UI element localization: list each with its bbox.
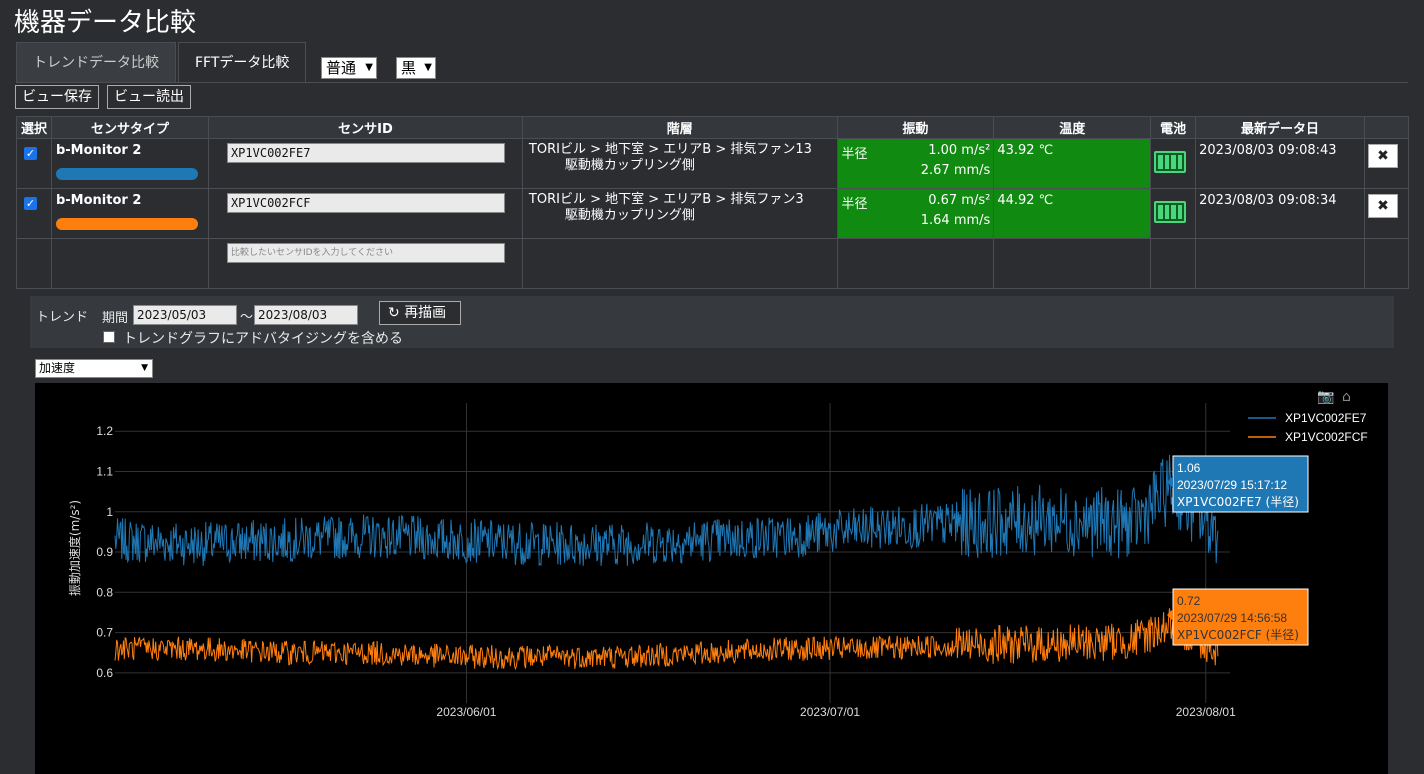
- camera-icon: 📷: [1317, 389, 1334, 405]
- sensor-type: b-Monitor 2: [55, 143, 142, 158]
- battery-icon: [1154, 201, 1187, 223]
- trend-chart[interactable]: 0.6 0.7 0.8 0.9 1 1.1 1.2 2023/06/01 2023/07/01 2…: [35, 383, 1388, 774]
- table-row: ✓ b-Monitor 2 XP1VC002FCF TORIビル > 地下室 >…: [16, 188, 1410, 239]
- x-tick-label: 2023/06/01: [436, 705, 496, 719]
- table-row-new: 比較したいセンサIDを入力してください: [16, 238, 1410, 289]
- include-advertising-label: トレンドグラフにアドバタイジングを含める: [123, 331, 403, 347]
- latest-date: 2023/08/03 09:08:43: [1199, 143, 1337, 158]
- remove-row-button[interactable]: ✖: [1367, 144, 1398, 168]
- col-remove: [1363, 116, 1410, 139]
- col-temperature: 温度: [993, 116, 1152, 139]
- row-checkbox[interactable]: ✓: [24, 147, 37, 160]
- x-tick-label: 2023/08/01: [1176, 705, 1236, 719]
- col-vibration: 振動: [836, 116, 995, 139]
- remove-row-button[interactable]: ✖: [1367, 194, 1398, 218]
- theme-select[interactable]: 黒 ▼: [396, 57, 436, 79]
- legend-label: XP1VC002FE7: [1285, 411, 1367, 425]
- vibration-direction: 半径: [841, 197, 868, 212]
- vibration-velocity: 2.67 mm/s: [920, 163, 991, 178]
- tooltip-value: 1.06: [1177, 461, 1201, 475]
- page-title: 機器データ比較: [14, 8, 197, 38]
- redraw-label: 再描画: [404, 305, 447, 321]
- save-view-button[interactable]: ビュー保存: [15, 85, 99, 109]
- temperature-value: 44.92 ℃: [994, 189, 1151, 238]
- hierarchy: TORIビル > 地下室 > エリアB > 排気ファン13 駆動機カップリング側: [523, 139, 837, 177]
- home-icon: ⌂: [1342, 389, 1351, 405]
- y-tick-label: 1: [106, 505, 113, 519]
- tab-fft-compare[interactable]: FFTデータ比較: [178, 42, 307, 83]
- hierarchy-location: 駆動機カップリング側: [564, 208, 695, 223]
- y-tick-label: 0.7: [96, 626, 113, 640]
- vibration-velocity: 1.64 mm/s: [920, 213, 991, 228]
- legend-label: XP1VC002FCF: [1285, 430, 1368, 444]
- redraw-button[interactable]: ↻ 再描画: [379, 301, 461, 325]
- trend-label: トレンド: [36, 310, 89, 325]
- row-checkbox[interactable]: ✓: [24, 197, 37, 210]
- y-tick-label: 1.1: [96, 464, 113, 478]
- tab-divider: [16, 82, 1408, 83]
- speed-select[interactable]: 普通 ▼: [321, 57, 377, 79]
- period-from-field[interactable]: 2023/05/03: [133, 305, 237, 325]
- y-tick-label: 0.9: [96, 545, 113, 559]
- col-select: 選択: [16, 116, 52, 139]
- x-tick-label: 2023/07/01: [800, 705, 860, 719]
- col-latest-date: 最新データ日: [1195, 116, 1365, 139]
- sensor-table: 選択 センサタイプ センサID 階層 振動 温度 電池 最新データ日 ✓ b-M…: [16, 116, 1410, 289]
- y-axis-label: 振動加速度(m/s²): [67, 500, 82, 596]
- tooltip-series: XP1VC002FE7 (半径): [1177, 495, 1299, 509]
- hierarchy: TORIビル > 地下室 > エリアB > 排気ファン3 駆動機カップリング側: [523, 189, 837, 227]
- period-label: 期間: [102, 311, 129, 326]
- temperature-value: 43.92 ℃: [994, 139, 1151, 188]
- trend-panel: トレンド 期間 2023/05/03 ～ 2023/08/03 ↻ 再描画 トレ…: [30, 296, 1394, 348]
- speed-select-value: 普通: [326, 59, 357, 77]
- series-color-bar: [55, 218, 198, 230]
- tab-bar: トレンドデータ比較 FFTデータ比較: [16, 42, 308, 83]
- hierarchy-path: TORIビル > 地下室 > エリアB > 排気ファン3: [528, 192, 804, 207]
- sensor-type: b-Monitor 2: [55, 193, 142, 208]
- vibration-accel: 0.67 m/s²: [928, 193, 991, 208]
- chevron-down-icon: ▼: [424, 62, 432, 73]
- col-hierarchy: 階層: [521, 116, 838, 139]
- sensor-id-field[interactable]: XP1VC002FE7: [226, 143, 505, 163]
- col-battery: 電池: [1150, 116, 1197, 139]
- theme-select-value: 黒: [401, 59, 417, 77]
- tooltip-value: 0.72: [1177, 594, 1201, 608]
- chevron-down-icon: ▼: [365, 62, 373, 73]
- tooltip-date: 2023/07/29 14:56:58: [1177, 611, 1287, 625]
- y-tick-label: 0.6: [96, 666, 113, 680]
- vibration-cell: 半径 1.00 m/s² 2.67 mm/s: [837, 139, 994, 188]
- new-sensor-id-field[interactable]: 比較したいセンサIDを入力してください: [226, 243, 505, 263]
- vibration-cell: 半径 0.67 m/s² 1.64 mm/s: [837, 189, 994, 238]
- y-tick-label: 0.8: [96, 585, 113, 599]
- tooltip-series: XP1VC002FCF (半径): [1177, 628, 1299, 642]
- series-color-bar: [55, 168, 198, 180]
- table-row: ✓ b-Monitor 2 XP1VC002FE7 TORIビル > 地下室 >…: [16, 138, 1410, 189]
- load-view-button[interactable]: ビュー読出: [107, 85, 191, 109]
- period-separator: ～: [240, 310, 254, 325]
- vibration-accel: 1.00 m/s²: [928, 143, 991, 158]
- refresh-icon: ↻: [388, 305, 400, 321]
- sensor-id-field[interactable]: XP1VC002FCF: [226, 193, 505, 213]
- hierarchy-location: 駆動機カップリング側: [564, 158, 695, 173]
- hierarchy-path: TORIビル > 地下室 > エリアB > 排気ファン13: [528, 142, 812, 157]
- tooltip-date: 2023/07/29 15:17:12: [1177, 478, 1287, 492]
- include-advertising-checkbox[interactable]: [103, 331, 115, 343]
- chevron-down-icon: ▼: [141, 363, 148, 373]
- latest-date: 2023/08/03 09:08:34: [1199, 193, 1337, 208]
- battery-icon: [1154, 151, 1187, 173]
- tab-trend-compare[interactable]: トレンドデータ比較: [16, 42, 176, 83]
- period-to-field[interactable]: 2023/08/03: [254, 305, 358, 325]
- col-sensor-id: センサID: [207, 116, 523, 139]
- metric-select[interactable]: 加速度 ▼: [35, 359, 153, 378]
- vibration-direction: 半径: [841, 147, 868, 162]
- col-sensor-type: センサタイプ: [50, 116, 209, 139]
- y-tick-label: 1.2: [96, 424, 113, 438]
- metric-select-value: 加速度: [39, 361, 76, 375]
